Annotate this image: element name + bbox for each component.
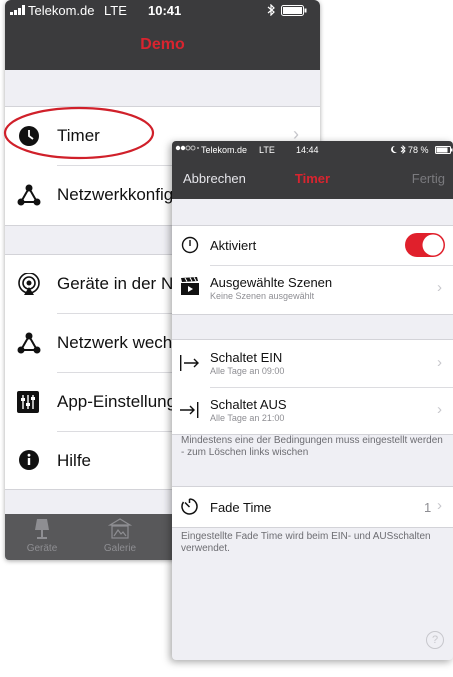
done-button[interactable]: Fertig: [412, 171, 445, 186]
switch-off-row[interactable]: Schaltet AUS Alle Tage an 21:00 ›: [172, 388, 453, 434]
menu-item-label: App-Einstellung: [57, 392, 177, 411]
signal-icon: [10, 3, 26, 18]
activated-toggle[interactable]: [405, 233, 445, 262]
battery-icon: [435, 146, 453, 156]
bluetooth-icon: [267, 3, 275, 19]
timer-icon: [180, 497, 199, 521]
nav-bar: Demo: [5, 20, 320, 70]
battery-icon: [281, 4, 307, 19]
switch-off-label: Schaltet AUS: [210, 397, 287, 412]
menu-item-label: Netzwerk wech: [57, 333, 173, 352]
network-label: LTE: [104, 3, 127, 18]
highlight-ellipse: [3, 106, 155, 160]
activated-label: Aktiviert: [210, 238, 257, 253]
status-bar: Telekom.de LTE 10:41: [5, 0, 320, 20]
timer-group-2: Schaltet EIN Alle Tage an 09:00 › Schalt…: [172, 339, 453, 435]
broadcast-icon: [17, 272, 41, 302]
switch-on-row[interactable]: Schaltet EIN Alle Tage an 09:00 ›: [172, 340, 453, 387]
network-icon: [17, 332, 41, 359]
help-icon[interactable]: ?: [426, 631, 444, 649]
info-icon: [19, 450, 39, 475]
menu-item-label: Geräte in der N: [57, 274, 174, 293]
clapperboard-icon: [181, 277, 199, 300]
arrow-to-bar-icon: [179, 400, 201, 425]
chevron-right-icon: ›: [437, 401, 442, 418]
arrow-right-bar-icon: [179, 353, 201, 378]
chevron-right-icon: ›: [437, 497, 442, 514]
switch-off-sublabel: Alle Tage an 21:00: [210, 413, 285, 423]
chevron-right-icon: ›: [437, 354, 442, 371]
activated-row: Aktiviert: [172, 226, 453, 265]
carrier-label: Telekom.de: [201, 145, 248, 155]
scenes-label: Ausgewählte Szenen: [210, 275, 333, 290]
fade-time-note: Eingestellte Fade Time wird beim EIN- un…: [181, 531, 431, 554]
tab-devices[interactable]: Geräte: [12, 518, 72, 554]
timer-group-3: Fade Time 1 ›: [172, 486, 453, 528]
bluetooth-icon: [400, 144, 406, 156]
fade-time-row[interactable]: Fade Time 1 ›: [172, 487, 453, 527]
nav-bar: Abbrechen Timer Fertig: [172, 159, 453, 199]
carrier-label: Telekom.de: [28, 3, 95, 18]
gallery-icon: [90, 518, 150, 543]
battery-percent: 78 %: [408, 145, 429, 155]
timer-group-1: Aktiviert Ausgewählte Szenen Keine Szene…: [172, 225, 453, 315]
clock-label: 14:44: [296, 145, 319, 155]
scenes-sublabel: Keine Szenen ausgewählt: [210, 291, 315, 301]
switch-on-sublabel: Alle Tage an 09:00: [210, 366, 285, 376]
scenes-row[interactable]: Ausgewählte Szenen Keine Szenen ausgewäh…: [172, 266, 453, 314]
fade-time-value: 1: [424, 500, 432, 515]
fade-time-label: Fade Time: [210, 500, 272, 515]
signal-dots-icon: [175, 144, 199, 154]
menu-item-label: Hilfe: [57, 451, 92, 470]
tab-label: Geräte: [26, 543, 58, 554]
menu-item-label: Netzwerkkonfig: [57, 185, 174, 204]
status-bar: Telekom.de LTE 14:44 78 %: [172, 141, 453, 159]
tab-label: Galerie: [103, 543, 137, 554]
nav-title: Demo: [140, 36, 185, 53]
lamp-icon: [12, 518, 72, 543]
switch-on-label: Schaltet EIN: [210, 350, 283, 365]
conditions-note: Mindestens eine der Bedingungen muss ein…: [181, 435, 443, 458]
timer-screen: Telekom.de LTE 14:44 78 % Abbrechen Time…: [172, 141, 453, 660]
chevron-right-icon: ›: [437, 279, 442, 296]
sliders-icon: [17, 391, 39, 418]
moon-icon: [390, 145, 398, 156]
clock-label: 10:41: [148, 3, 182, 18]
network-icon: [17, 184, 41, 211]
tab-gallery[interactable]: Galerie: [90, 518, 150, 554]
power-icon: [181, 236, 199, 259]
network-label: LTE: [259, 145, 275, 155]
